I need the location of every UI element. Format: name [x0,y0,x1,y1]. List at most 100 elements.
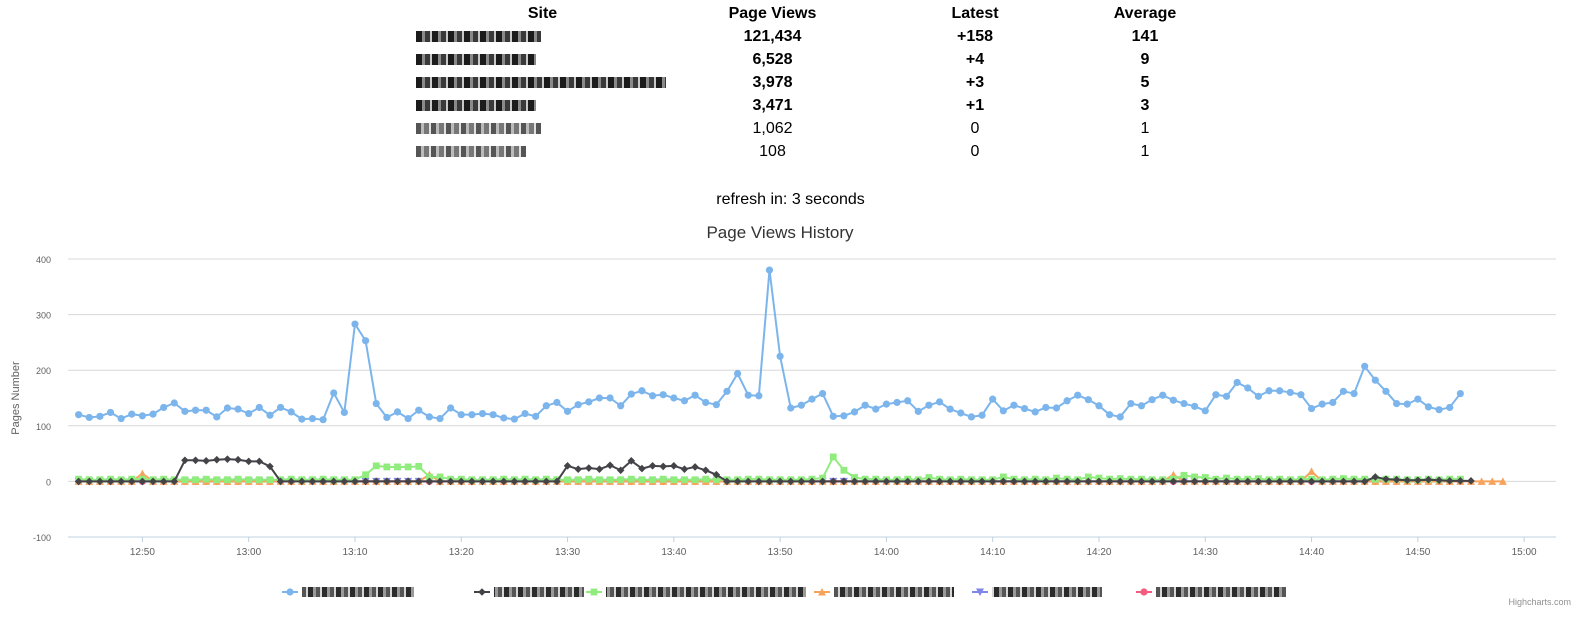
series-1-point [1244,384,1252,392]
series-1-point [989,395,997,403]
legend-item-2[interactable] [474,587,584,597]
series-2-point [574,465,582,473]
series-1-point [170,399,178,407]
average-cell: 5 [1140,73,1150,91]
series-1-point [128,410,136,418]
legend-label-redacted [834,587,954,597]
series-1-point [393,408,402,416]
page-views-cell: 3,978 [752,73,793,91]
series-2-point [234,455,242,464]
series-2-point [670,462,678,470]
average-cell: 1 [1140,119,1150,137]
site-name-redacted [400,25,685,48]
site-name-redacted [400,140,685,163]
series-1-point [500,414,508,422]
legend-label-redacted [494,587,584,597]
series-1-point [223,404,232,412]
series-4-point [1307,467,1316,475]
latest-cell: 0 [970,142,980,160]
legend-label-redacted [1156,587,1286,597]
series-1-point [1191,402,1199,410]
series-1-point [670,394,678,402]
series-3-point [383,463,391,471]
column-header-page-views: Page Views [728,4,817,22]
stats-row: 1,062 0 1 [400,117,1200,140]
series-1-point [1392,399,1401,408]
series-1-point [1350,389,1358,398]
series-3-point [394,463,401,471]
series-1-point [298,415,306,423]
series-1-point [181,407,189,415]
series-1-point [808,395,816,403]
series-1-point [585,398,593,406]
latest-cell: +4 [965,50,985,68]
series-3-point [681,476,688,484]
series-1-point [478,409,487,418]
series-1-point [712,401,720,409]
series-1-point [553,398,561,407]
series-1-point [383,413,391,422]
series-1-point [1265,387,1273,395]
page-views-cell: 121,434 [743,27,802,45]
series-1-point [1339,387,1348,395]
series-3-point [255,476,263,484]
average-cell: 3 [1140,96,1150,114]
series-1-point [1403,400,1411,408]
latest-cell: +1 [965,96,985,114]
series-3-point [266,476,274,484]
series-1-point [1361,362,1369,370]
series-2-point [223,455,232,463]
series-1-point [574,401,582,409]
series-1-point [319,416,327,424]
series-1-point [415,406,423,414]
series-3-point [564,476,571,484]
x-tick-label: 13:40 [661,547,686,558]
series-1-point [1010,401,1018,409]
series-2-point [191,456,200,465]
series-3-point [234,475,242,483]
series-1-point [1414,395,1422,403]
series-1-point [978,411,986,419]
legend-item-3[interactable] [586,587,806,597]
page-views-cell: 108 [759,142,786,160]
series-1-point [308,414,317,423]
stats-row: 108 0 1 [400,140,1200,163]
series-1-point [362,337,370,345]
series-1-point [1456,389,1464,398]
series-1-point [1435,406,1443,414]
page-views-history-chart: Page Views History Pages Number -100 0 100 20… [10,223,1556,597]
column-header-average: Average [1113,4,1177,22]
legend-item-4[interactable] [814,587,954,597]
x-tick-label: 14:40 [1299,547,1324,558]
series-1-point [723,387,731,395]
series-1-point [1222,392,1231,400]
series-2-point [213,455,221,464]
series-1-point [468,411,476,419]
legend-item-5[interactable] [972,587,1102,597]
series-1-point [776,352,784,360]
series-2-point [606,461,614,470]
x-tick-label: 12:50 [130,547,155,558]
series-1-point [1180,399,1188,408]
series-1-point [138,412,146,420]
series-3-point [585,475,593,483]
series-1-point [797,401,805,409]
series-1-point [744,391,752,399]
series-1-point [213,413,221,421]
series-3-point [617,476,625,484]
series-2-point [680,465,689,473]
x-tick-label: 13:20 [449,547,474,558]
series-1-point [330,389,338,397]
series-3-point [202,475,210,483]
series-1-point [946,405,954,413]
stats-row: 6,528 +4 9 [400,48,1200,71]
series-3-point [574,476,582,484]
series-1-point [617,402,625,410]
redacted-text [416,30,541,42]
series-1-point [999,407,1007,415]
legend-symbol-marker [590,588,598,596]
legend-item-1[interactable] [282,587,414,597]
credits-link[interactable]: Highcharts.com [1508,597,1571,607]
series-1-point [1254,392,1262,400]
legend-item-6[interactable] [1136,587,1286,597]
